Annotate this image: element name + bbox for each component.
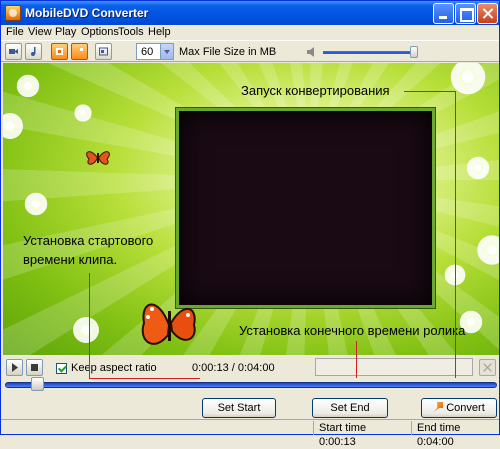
- status-start-time: Start time 0:00:13: [313, 421, 409, 448]
- audio-mode-button[interactable]: [25, 43, 42, 60]
- set-end-button[interactable]: Set End: [312, 398, 388, 418]
- minimize-button[interactable]: [433, 3, 454, 24]
- max-file-size-value: 60: [141, 46, 154, 58]
- convert-mode-button[interactable]: [51, 43, 68, 60]
- seek-thumb[interactable]: [30, 377, 44, 391]
- volume-fill: [323, 52, 418, 54]
- volume-slider[interactable]: [323, 51, 418, 54]
- volume-thumb[interactable]: [410, 46, 418, 58]
- film-icon: [56, 48, 63, 55]
- app-icon: [5, 5, 21, 21]
- close-button[interactable]: [477, 3, 498, 24]
- decor-flower: [23, 191, 49, 217]
- decor-flower: [465, 155, 491, 181]
- video-mode-button[interactable]: [5, 43, 22, 60]
- keep-aspect-label: Keep aspect ratio: [71, 362, 157, 374]
- status-start-time-label: Start time: [319, 422, 367, 434]
- app-window: MobileDVD Converter File View Play Optio…: [0, 0, 500, 448]
- title-bar[interactable]: MobileDVD Converter: [1, 1, 499, 25]
- play-button[interactable]: [6, 359, 23, 376]
- clip-info-field: [315, 358, 473, 376]
- video-preview-screen[interactable]: [176, 108, 435, 308]
- decor-flower: [15, 73, 41, 99]
- settings-button[interactable]: [95, 43, 112, 60]
- max-file-size-label: Max File Size in MB: [179, 46, 277, 58]
- time-readout: 0:00:13 / 0:04:00: [192, 362, 275, 374]
- annotation-line-convert: [404, 91, 456, 92]
- maximize-button[interactable]: [455, 3, 476, 24]
- keep-aspect-checkbox[interactable]: [56, 363, 67, 374]
- set-start-button[interactable]: Set Start: [202, 398, 276, 418]
- menu-tools[interactable]: Tools: [118, 26, 144, 38]
- annotation-end-time: Установка конечного времени ролика: [239, 323, 466, 338]
- decor-flower: [73, 103, 93, 123]
- menu-bar: File View Play Options Tools Help: [1, 25, 499, 40]
- music-note-icon: [31, 47, 36, 56]
- status-end-time: End time 0:04:00: [411, 421, 499, 448]
- status-start-time-value: 0:00:13: [319, 436, 356, 448]
- status-end-time-value: 0:04:00: [417, 436, 454, 448]
- convert-icon: [433, 402, 444, 412]
- stop-icon: [31, 364, 38, 371]
- video-icon: [9, 49, 18, 54]
- status-bar: Start time 0:00:13 End time 0:04:00: [1, 419, 499, 448]
- stop-button[interactable]: [26, 359, 43, 376]
- annotation-line-start-vertical: [89, 273, 90, 378]
- annotation-start-time-line2: времени клипа.: [23, 252, 118, 267]
- play-icon: [12, 363, 18, 372]
- convert-button[interactable]: Convert: [421, 398, 497, 418]
- max-file-size-select[interactable]: 60: [136, 43, 174, 60]
- menu-play[interactable]: Play: [55, 26, 76, 38]
- butterfly-large-image: [141, 303, 196, 345]
- annotation-convert-start: Запуск конвертирования: [241, 83, 390, 98]
- annotation-start-time-line1: Установка стартового: [23, 233, 154, 248]
- status-end-time-label: End time: [417, 422, 461, 434]
- menu-file[interactable]: File: [6, 26, 24, 38]
- menu-options[interactable]: Options: [81, 26, 119, 38]
- toolbar: 60 Max File Size in MB: [1, 40, 499, 62]
- chevron-down-icon[interactable]: [160, 44, 173, 59]
- speaker-icon: [307, 47, 314, 57]
- video-preview-area: Запуск конвертирования Установка стартов…: [3, 63, 499, 355]
- menu-view[interactable]: View: [28, 26, 52, 38]
- annotation-line-convert-vertical: [455, 91, 456, 378]
- dvd-mode-button[interactable]: [71, 43, 88, 60]
- arrow-icon: [76, 48, 83, 55]
- decor-flower: [71, 315, 101, 345]
- butterfly-small-image: [86, 151, 110, 165]
- annotation-line-end-vertical: [356, 341, 357, 378]
- device-icon: [99, 47, 108, 56]
- window-title: MobileDVD Converter: [25, 6, 149, 20]
- seek-bar[interactable]: [5, 382, 497, 388]
- convert-label: Convert: [446, 402, 485, 414]
- clear-button[interactable]: [479, 359, 496, 376]
- menu-help[interactable]: Help: [148, 26, 171, 38]
- annotation-line-start-horizontal: [89, 378, 200, 379]
